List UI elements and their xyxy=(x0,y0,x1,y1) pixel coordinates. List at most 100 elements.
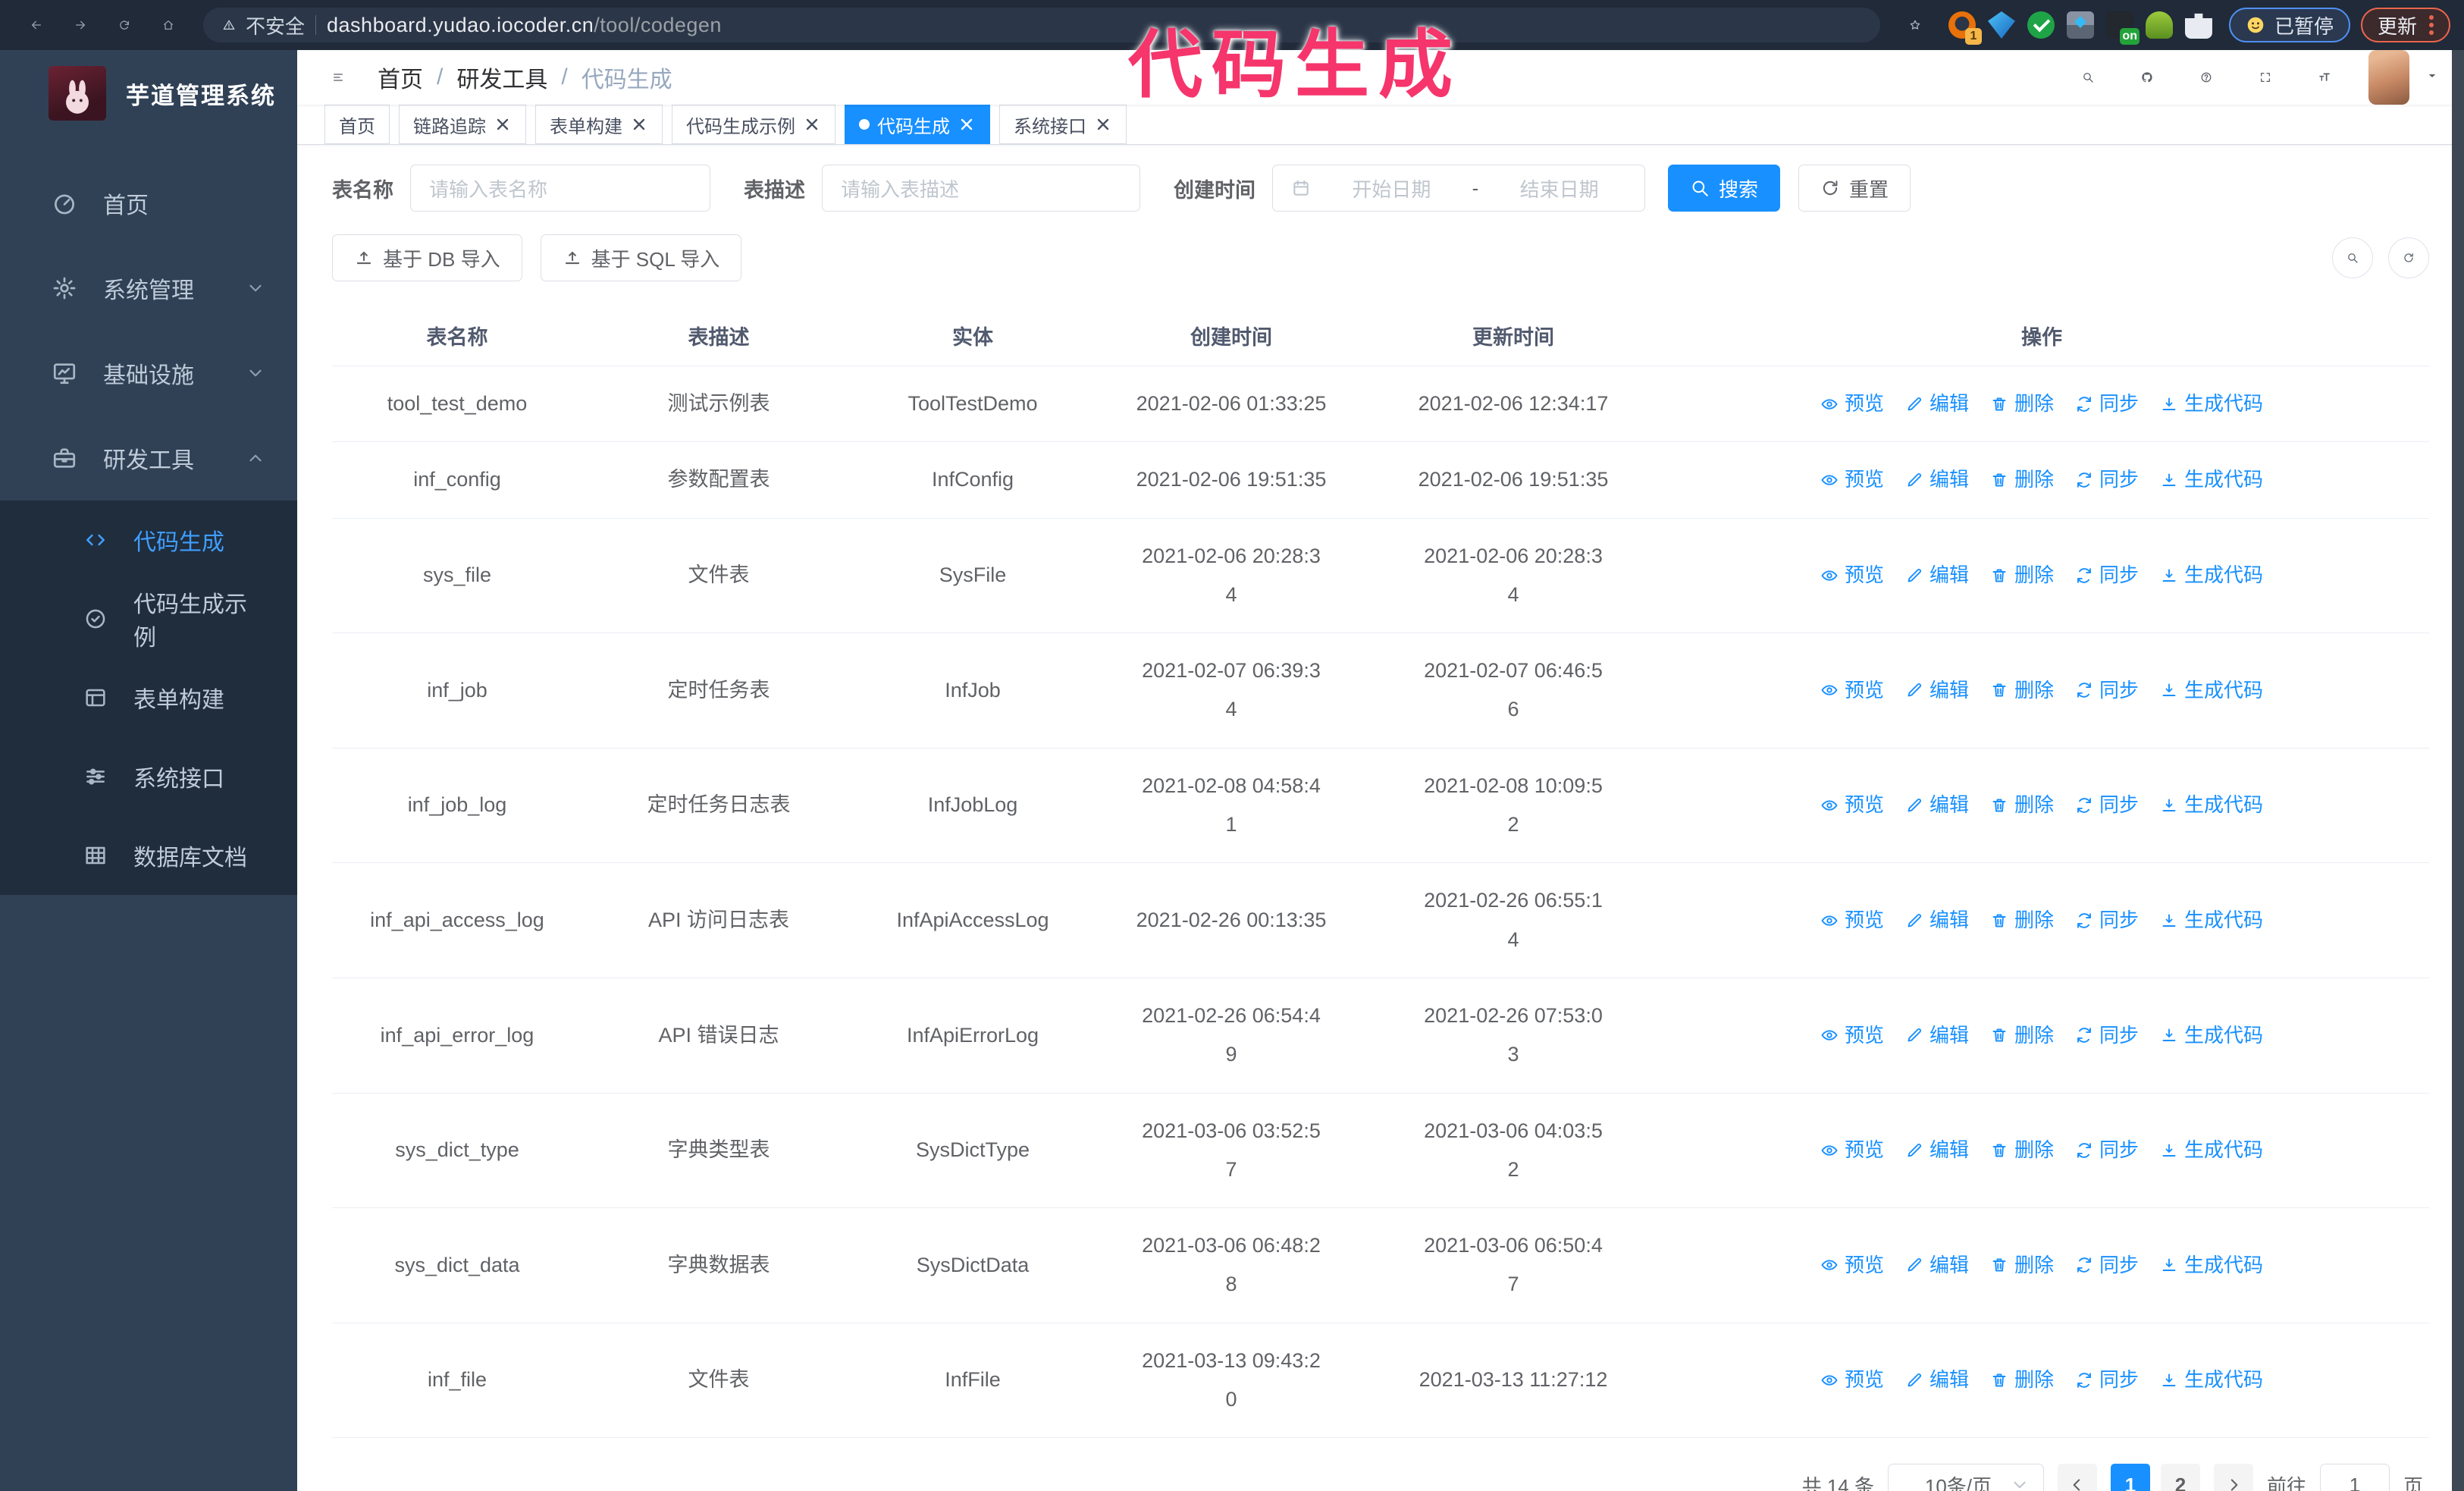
import-sql-button[interactable]: 基于 SQL 导入 xyxy=(540,234,742,281)
user-avatar[interactable] xyxy=(2368,50,2409,105)
sidebar-subitem-代码生成[interactable]: 代码生成 xyxy=(0,501,297,579)
tab-close-icon[interactable] xyxy=(958,115,976,133)
tab-系统接口[interactable]: 系统接口 xyxy=(999,105,1127,144)
browser-reload-icon[interactable] xyxy=(108,8,141,42)
extension-dark-icon[interactable]: on xyxy=(2105,11,2140,45)
action-删除[interactable]: 删除 xyxy=(1990,461,2054,498)
action-删除[interactable]: 删除 xyxy=(1990,1361,2054,1398)
action-预览[interactable]: 预览 xyxy=(1820,1017,1884,1054)
extension-puzzle-icon[interactable] xyxy=(2184,13,2212,39)
hamburger-icon[interactable] xyxy=(321,61,355,94)
tab-首页[interactable]: 首页 xyxy=(324,105,390,144)
action-预览[interactable]: 预览 xyxy=(1820,902,1884,939)
action-生成代码[interactable]: 生成代码 xyxy=(2160,461,2263,498)
sidebar-item-研发工具[interactable]: 研发工具 xyxy=(0,416,297,501)
extension-green-icon[interactable] xyxy=(2145,11,2173,39)
action-预览[interactable]: 预览 xyxy=(1820,1132,1884,1169)
page-button-2[interactable]: 2 xyxy=(2160,1464,2200,1491)
search-button[interactable]: 搜索 xyxy=(1668,165,1781,212)
goto-page-input[interactable] xyxy=(2319,1464,2390,1491)
action-编辑[interactable]: 编辑 xyxy=(1905,557,1969,594)
paused-badge[interactable]: 已暂停 xyxy=(2228,8,2350,42)
action-预览[interactable]: 预览 xyxy=(1820,672,1884,709)
table-desc-input[interactable]: 请输入表描述 xyxy=(822,165,1140,212)
action-预览[interactable]: 预览 xyxy=(1820,557,1884,594)
extension-gem-icon[interactable] xyxy=(1987,11,2015,39)
help-icon[interactable] xyxy=(2191,62,2221,93)
table-name-input[interactable]: 请输入表名称 xyxy=(410,165,710,212)
action-预览[interactable]: 预览 xyxy=(1820,1247,1884,1284)
action-编辑[interactable]: 编辑 xyxy=(1905,1132,1969,1169)
import-db-button[interactable]: 基于 DB 导入 xyxy=(332,234,522,281)
action-同步[interactable]: 同步 xyxy=(2075,672,2139,709)
action-同步[interactable]: 同步 xyxy=(2075,557,2139,594)
action-删除[interactable]: 删除 xyxy=(1990,1132,2054,1169)
sidebar-item-基础设施[interactable]: 基础设施 xyxy=(0,331,297,416)
extension-grid-icon[interactable] xyxy=(2066,11,2094,39)
action-同步[interactable]: 同步 xyxy=(2075,1361,2139,1398)
action-同步[interactable]: 同步 xyxy=(2075,461,2139,498)
action-删除[interactable]: 删除 xyxy=(1990,557,2054,594)
action-生成代码[interactable]: 生成代码 xyxy=(2160,385,2263,422)
sidebar-subitem-系统接口[interactable]: 系统接口 xyxy=(0,737,297,816)
action-生成代码[interactable]: 生成代码 xyxy=(2160,1361,2263,1398)
sidebar-subitem-代码生成示例[interactable]: 代码生成示例 xyxy=(0,579,297,658)
tab-close-icon[interactable] xyxy=(803,115,821,133)
page-size-select[interactable]: 10条/页 xyxy=(1887,1464,2044,1491)
action-同步[interactable]: 同步 xyxy=(2075,1247,2139,1284)
action-编辑[interactable]: 编辑 xyxy=(1905,1247,1969,1284)
next-page-button[interactable] xyxy=(2213,1464,2253,1491)
action-编辑[interactable]: 编辑 xyxy=(1905,786,1969,824)
action-预览[interactable]: 预览 xyxy=(1820,1361,1884,1398)
action-预览[interactable]: 预览 xyxy=(1820,385,1884,422)
fullscreen-icon[interactable] xyxy=(2250,62,2281,93)
tab-代码生成示例[interactable]: 代码生成示例 xyxy=(672,105,835,144)
prev-page-button[interactable] xyxy=(2057,1464,2097,1491)
action-删除[interactable]: 删除 xyxy=(1990,1247,2054,1284)
action-编辑[interactable]: 编辑 xyxy=(1905,461,1969,498)
action-同步[interactable]: 同步 xyxy=(2075,385,2139,422)
browser-home-icon[interactable] xyxy=(152,8,185,42)
tab-链路追踪[interactable]: 链路追踪 xyxy=(399,105,526,144)
bookmark-star-icon[interactable] xyxy=(1898,8,1932,42)
browser-menu-icon[interactable] xyxy=(2429,15,2434,35)
action-生成代码[interactable]: 生成代码 xyxy=(2160,902,2263,939)
tab-表单构建[interactable]: 表单构建 xyxy=(535,105,663,144)
action-编辑[interactable]: 编辑 xyxy=(1905,385,1969,422)
date-range-input[interactable]: 开始日期 - 结束日期 xyxy=(1272,165,1645,212)
action-生成代码[interactable]: 生成代码 xyxy=(2160,1132,2263,1169)
action-删除[interactable]: 删除 xyxy=(1990,1017,2054,1054)
action-生成代码[interactable]: 生成代码 xyxy=(2160,786,2263,824)
refresh-table-button[interactable] xyxy=(2388,237,2429,278)
action-生成代码[interactable]: 生成代码 xyxy=(2160,1247,2263,1284)
tab-代码生成[interactable]: 代码生成 xyxy=(845,105,990,144)
breadcrumb-tools[interactable]: 研发工具 xyxy=(456,61,547,94)
tab-close-icon[interactable] xyxy=(630,115,648,133)
action-同步[interactable]: 同步 xyxy=(2075,1017,2139,1054)
avatar-caret-icon[interactable] xyxy=(2426,70,2438,86)
sidebar-subitem-数据库文档[interactable]: 数据库文档 xyxy=(0,816,297,895)
address-bar[interactable]: 不安全 dashboard.yudao.iocoder.cn/tool/code… xyxy=(203,8,1880,42)
browser-scrollbar[interactable] xyxy=(2452,50,2464,1491)
app-logo[interactable]: 芋道管理系统 xyxy=(0,50,297,137)
browser-back-icon[interactable] xyxy=(20,8,53,42)
header-search-icon[interactable] xyxy=(2073,62,2103,93)
sidebar-subitem-表单构建[interactable]: 表单构建 xyxy=(0,658,297,737)
action-删除[interactable]: 删除 xyxy=(1990,385,2054,422)
update-button[interactable]: 更新 xyxy=(2360,8,2450,42)
action-生成代码[interactable]: 生成代码 xyxy=(2160,672,2263,709)
extension-circle-orange-icon[interactable]: 1 xyxy=(1948,11,1982,45)
action-编辑[interactable]: 编辑 xyxy=(1905,902,1969,939)
action-删除[interactable]: 删除 xyxy=(1990,786,2054,824)
action-删除[interactable]: 删除 xyxy=(1990,672,2054,709)
action-预览[interactable]: 预览 xyxy=(1820,786,1884,824)
tab-close-icon[interactable] xyxy=(1094,115,1112,133)
action-同步[interactable]: 同步 xyxy=(2075,902,2139,939)
action-预览[interactable]: 预览 xyxy=(1820,461,1884,498)
github-icon[interactable] xyxy=(2132,62,2162,93)
reset-button[interactable]: 重置 xyxy=(1798,165,1911,212)
breadcrumb-home[interactable]: 首页 xyxy=(378,61,423,94)
action-生成代码[interactable]: 生成代码 xyxy=(2160,1017,2263,1054)
action-编辑[interactable]: 编辑 xyxy=(1905,1017,1969,1054)
extension-check-green-icon[interactable] xyxy=(2027,11,2055,39)
